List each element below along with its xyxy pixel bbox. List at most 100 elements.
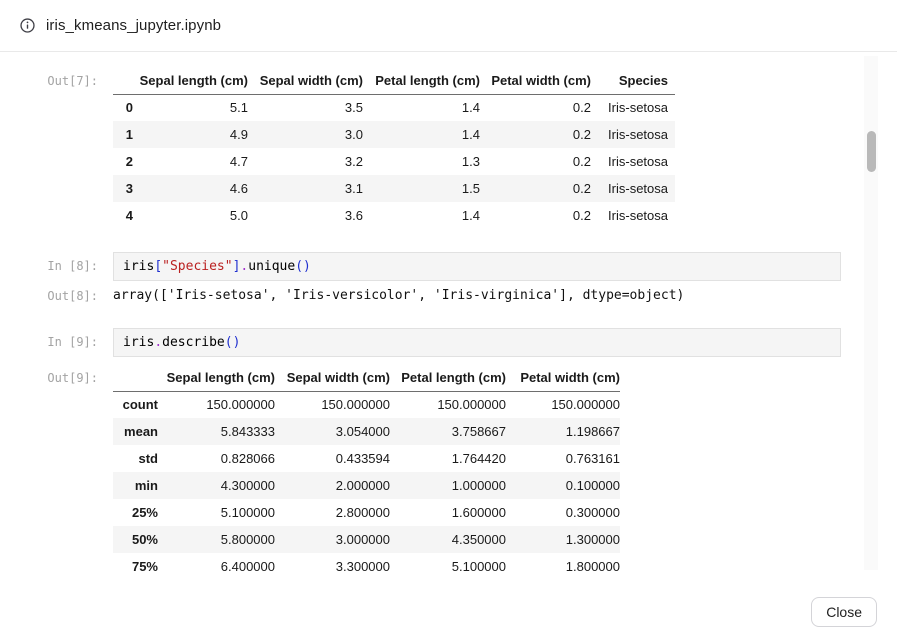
code-token: ) — [233, 335, 241, 350]
table-cell: 4.7 — [133, 148, 248, 175]
table-cell: 3.000000 — [275, 526, 390, 553]
table-header-cell: Species — [591, 68, 675, 94]
cell-in9: In [9]: iris.describe() — [0, 328, 861, 357]
table-header-cell: Sepal width (cm) — [248, 68, 363, 94]
table-header-cell: Sepal width (cm) — [275, 365, 390, 391]
code-token: "Species" — [162, 259, 232, 274]
table-cell: 150.000000 — [158, 391, 275, 418]
table-cell: 1.300000 — [506, 526, 620, 553]
table-cell: 0.300000 — [506, 499, 620, 526]
table-header-cell — [113, 68, 133, 94]
out-prompt: Out[9]: — [0, 365, 113, 385]
table-header-cell: Petal width (cm) — [506, 365, 620, 391]
table-row: 34.63.11.50.2Iris-setosa — [113, 175, 675, 202]
table-cell: 3.758667 — [390, 418, 506, 445]
row-index-cell: 0 — [113, 94, 133, 121]
table-cell: Iris-setosa — [591, 148, 675, 175]
table-cell: 1.800000 — [506, 553, 620, 578]
table-cell: 1.4 — [363, 121, 480, 148]
table-header-cell: Petal length (cm) — [390, 365, 506, 391]
cell-out8: Out[8]: array(['Iris-setosa', 'Iris-vers… — [0, 288, 861, 303]
row-index-cell: mean — [113, 418, 158, 445]
cell-out9: Out[9]: Sepal length (cm)Sepal width (cm… — [0, 365, 861, 578]
table-cell: 3.5 — [248, 94, 363, 121]
table-cell: 5.843333 — [158, 418, 275, 445]
row-index-cell: 75% — [113, 553, 158, 578]
out-prompt: Out[7]: — [0, 68, 113, 88]
table-cell: 1.764420 — [390, 445, 506, 472]
table-cell: 3.0 — [248, 121, 363, 148]
table-row: std0.8280660.4335941.7644200.763161 — [113, 445, 620, 472]
table-cell: 2.000000 — [275, 472, 390, 499]
table-cell: 0.763161 — [506, 445, 620, 472]
table-cell: 6.400000 — [158, 553, 275, 578]
dataframe-describe-table: Sepal length (cm)Sepal width (cm)Petal l… — [113, 365, 620, 578]
table-header-cell: Sepal length (cm) — [133, 68, 248, 94]
table-row: 14.93.01.40.2Iris-setosa — [113, 121, 675, 148]
table-cell: Iris-setosa — [591, 175, 675, 202]
dialog-title: iris_kmeans_jupyter.ipynb — [46, 17, 221, 34]
table-header-row: Sepal length (cm)Sepal width (cm)Petal l… — [113, 68, 675, 94]
cell-out7: Out[7]: Sepal length (cm)Sepal width (cm… — [0, 68, 861, 229]
code-token: . — [154, 335, 162, 350]
row-index-cell: 4 — [113, 202, 133, 229]
close-button[interactable]: Close — [811, 597, 877, 627]
row-index-cell: 50% — [113, 526, 158, 553]
table-cell: 1.4 — [363, 202, 480, 229]
in-prompt: In [9]: — [0, 328, 113, 349]
table-cell: 0.2 — [480, 148, 591, 175]
table-row: 24.73.21.30.2Iris-setosa — [113, 148, 675, 175]
code-token: iris — [123, 335, 154, 350]
cell-in8: In [8]: iris["Species"].unique() — [0, 252, 861, 281]
code-input-unique: iris["Species"].unique() — [113, 252, 841, 281]
table-row: 50%5.8000003.0000004.3500001.300000 — [113, 526, 620, 553]
table-cell: 4.6 — [133, 175, 248, 202]
code-token: ( — [225, 335, 233, 350]
table-row: 05.13.51.40.2Iris-setosa — [113, 94, 675, 121]
scrollbar-thumb[interactable] — [867, 131, 876, 172]
table-cell: 3.2 — [248, 148, 363, 175]
code-input-describe: iris.describe() — [113, 328, 841, 357]
table-row: 45.03.61.40.2Iris-setosa — [113, 202, 675, 229]
table-row: min4.3000002.0000001.0000000.100000 — [113, 472, 620, 499]
table-header-cell: Petal width (cm) — [480, 68, 591, 94]
table-header-row: Sepal length (cm)Sepal width (cm)Petal l… — [113, 365, 620, 391]
row-index-cell: 2 — [113, 148, 133, 175]
table-header-cell — [113, 365, 158, 391]
table-cell: 1.5 — [363, 175, 480, 202]
table-cell: 0.433594 — [275, 445, 390, 472]
notebook-preview-scroll-area[interactable]: Out[7]: Sepal length (cm)Sepal width (cm… — [0, 53, 861, 578]
table-cell: 5.0 — [133, 202, 248, 229]
table-cell: 0.2 — [480, 94, 591, 121]
row-index-cell: 25% — [113, 499, 158, 526]
table-cell: 3.1 — [248, 175, 363, 202]
array-output-text: array(['Iris-setosa', 'Iris-versicolor',… — [113, 288, 684, 303]
table-cell: 150.000000 — [275, 391, 390, 418]
table-cell: 1.4 — [363, 94, 480, 121]
table-header-cell: Petal length (cm) — [363, 68, 480, 94]
code-token: ) — [303, 259, 311, 274]
table-cell: 0.2 — [480, 202, 591, 229]
table-cell: 0.100000 — [506, 472, 620, 499]
code-token: ( — [295, 259, 303, 274]
info-icon — [20, 18, 35, 33]
out-prompt: Out[8]: — [0, 288, 113, 303]
code-token: unique — [248, 259, 295, 274]
table-cell: 5.1 — [133, 94, 248, 121]
table-cell: 0.2 — [480, 121, 591, 148]
row-index-cell: std — [113, 445, 158, 472]
table-cell: 5.100000 — [158, 499, 275, 526]
code-token: [ — [154, 259, 162, 274]
row-index-cell: 1 — [113, 121, 133, 148]
dataframe-head-table: Sepal length (cm)Sepal width (cm)Petal l… — [113, 68, 675, 229]
row-index-cell: min — [113, 472, 158, 499]
table-cell: 1.3 — [363, 148, 480, 175]
file-preview-dialog: { "window": { "title": "iris_kmeans_jupy… — [0, 0, 897, 643]
table-cell: 0.2 — [480, 175, 591, 202]
table-cell: 1.600000 — [390, 499, 506, 526]
table-cell: 2.800000 — [275, 499, 390, 526]
table-cell: Iris-setosa — [591, 202, 675, 229]
table-cell: Iris-setosa — [591, 94, 675, 121]
table-cell: 5.100000 — [390, 553, 506, 578]
table-cell: 4.300000 — [158, 472, 275, 499]
